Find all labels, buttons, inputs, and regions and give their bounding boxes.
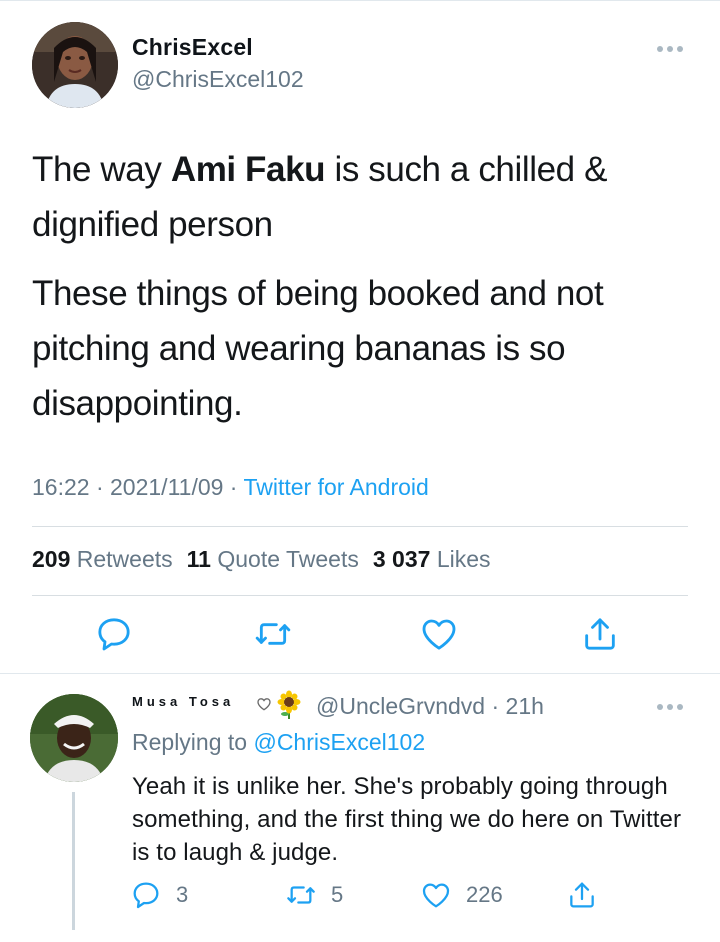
heart-outline-icon [256, 696, 272, 712]
tweet-time[interactable]: 16:22 [32, 474, 90, 500]
reply-author-avatar[interactable] [30, 694, 118, 782]
retweet-icon [287, 886, 315, 904]
reply-share-button[interactable] [566, 878, 598, 912]
tweet-paragraph-1: The way Ami Faku is such a chilled & dig… [32, 142, 688, 252]
more-options-icon[interactable] [650, 42, 690, 54]
like-count: 226 [466, 882, 503, 907]
tweet-date[interactable]: 2021/11/09 [110, 474, 223, 500]
reply-display-name[interactable]: Musa Tosa [132, 694, 234, 709]
share-icon[interactable] [580, 614, 620, 654]
tweet-separator [0, 673, 720, 674]
tweet-stats: 209 Retweets 11 Quote Tweets 3 037 Likes [32, 546, 491, 573]
reply-like-button[interactable]: 226 [420, 878, 503, 912]
likes-label[interactable]: Likes [437, 546, 491, 572]
like-icon [422, 883, 450, 908]
meta-separator: · [89, 474, 111, 500]
reply-handle[interactable]: @UncleGrvndvd [316, 693, 485, 719]
quotes-count[interactable]: 11 [187, 546, 211, 572]
reply-count: 3 [176, 882, 189, 907]
reply-icon [133, 882, 159, 909]
retweet-count: 5 [331, 882, 344, 907]
retweets-label[interactable]: Retweets [77, 546, 173, 572]
meta-separator: · [223, 474, 244, 500]
more-options-icon[interactable] [650, 700, 690, 712]
reply-handle-time: @UncleGrvndvd · 21h [316, 693, 544, 720]
meta-separator: · [485, 693, 506, 719]
likes-count[interactable]: 3 037 [373, 546, 431, 572]
retweet-icon[interactable] [253, 614, 293, 654]
mention-bold: Ami Faku [170, 150, 326, 189]
reply-time[interactable]: 21h [506, 693, 544, 719]
quotes-label[interactable]: Quote Tweets [217, 546, 359, 572]
tweet-paragraph-2: These things of being booked and not pit… [32, 274, 604, 423]
author-display-name[interactable]: ChrisExcel [132, 34, 253, 61]
reply-reply-button[interactable]: 3 [130, 878, 188, 912]
divider [32, 526, 688, 527]
sunflower-icon [274, 690, 304, 720]
tweet-meta: 16:22 · 2021/11/09 · Twitter for Android [32, 474, 429, 501]
author-handle[interactable]: @ChrisExcel102 [132, 66, 304, 93]
reply-icon[interactable] [94, 614, 134, 654]
tweet-source[interactable]: Twitter for Android [243, 474, 428, 500]
text-pre: The way [32, 150, 171, 189]
divider [32, 595, 688, 596]
reply-text: Yeah it is unlike her. She's probably go… [132, 773, 682, 866]
author-avatar[interactable] [32, 22, 118, 108]
top-border [0, 0, 720, 1]
replying-to-handle[interactable]: @ChrisExcel102 [253, 729, 425, 755]
share-icon [570, 882, 594, 908]
replying-to: Replying to @ChrisExcel102 [132, 729, 425, 756]
thread-line [72, 792, 75, 930]
replying-prefix: Replying to [132, 729, 248, 755]
retweets-count[interactable]: 209 [32, 546, 70, 572]
like-icon[interactable] [419, 614, 459, 654]
reply-retweet-button[interactable]: 5 [285, 878, 343, 912]
